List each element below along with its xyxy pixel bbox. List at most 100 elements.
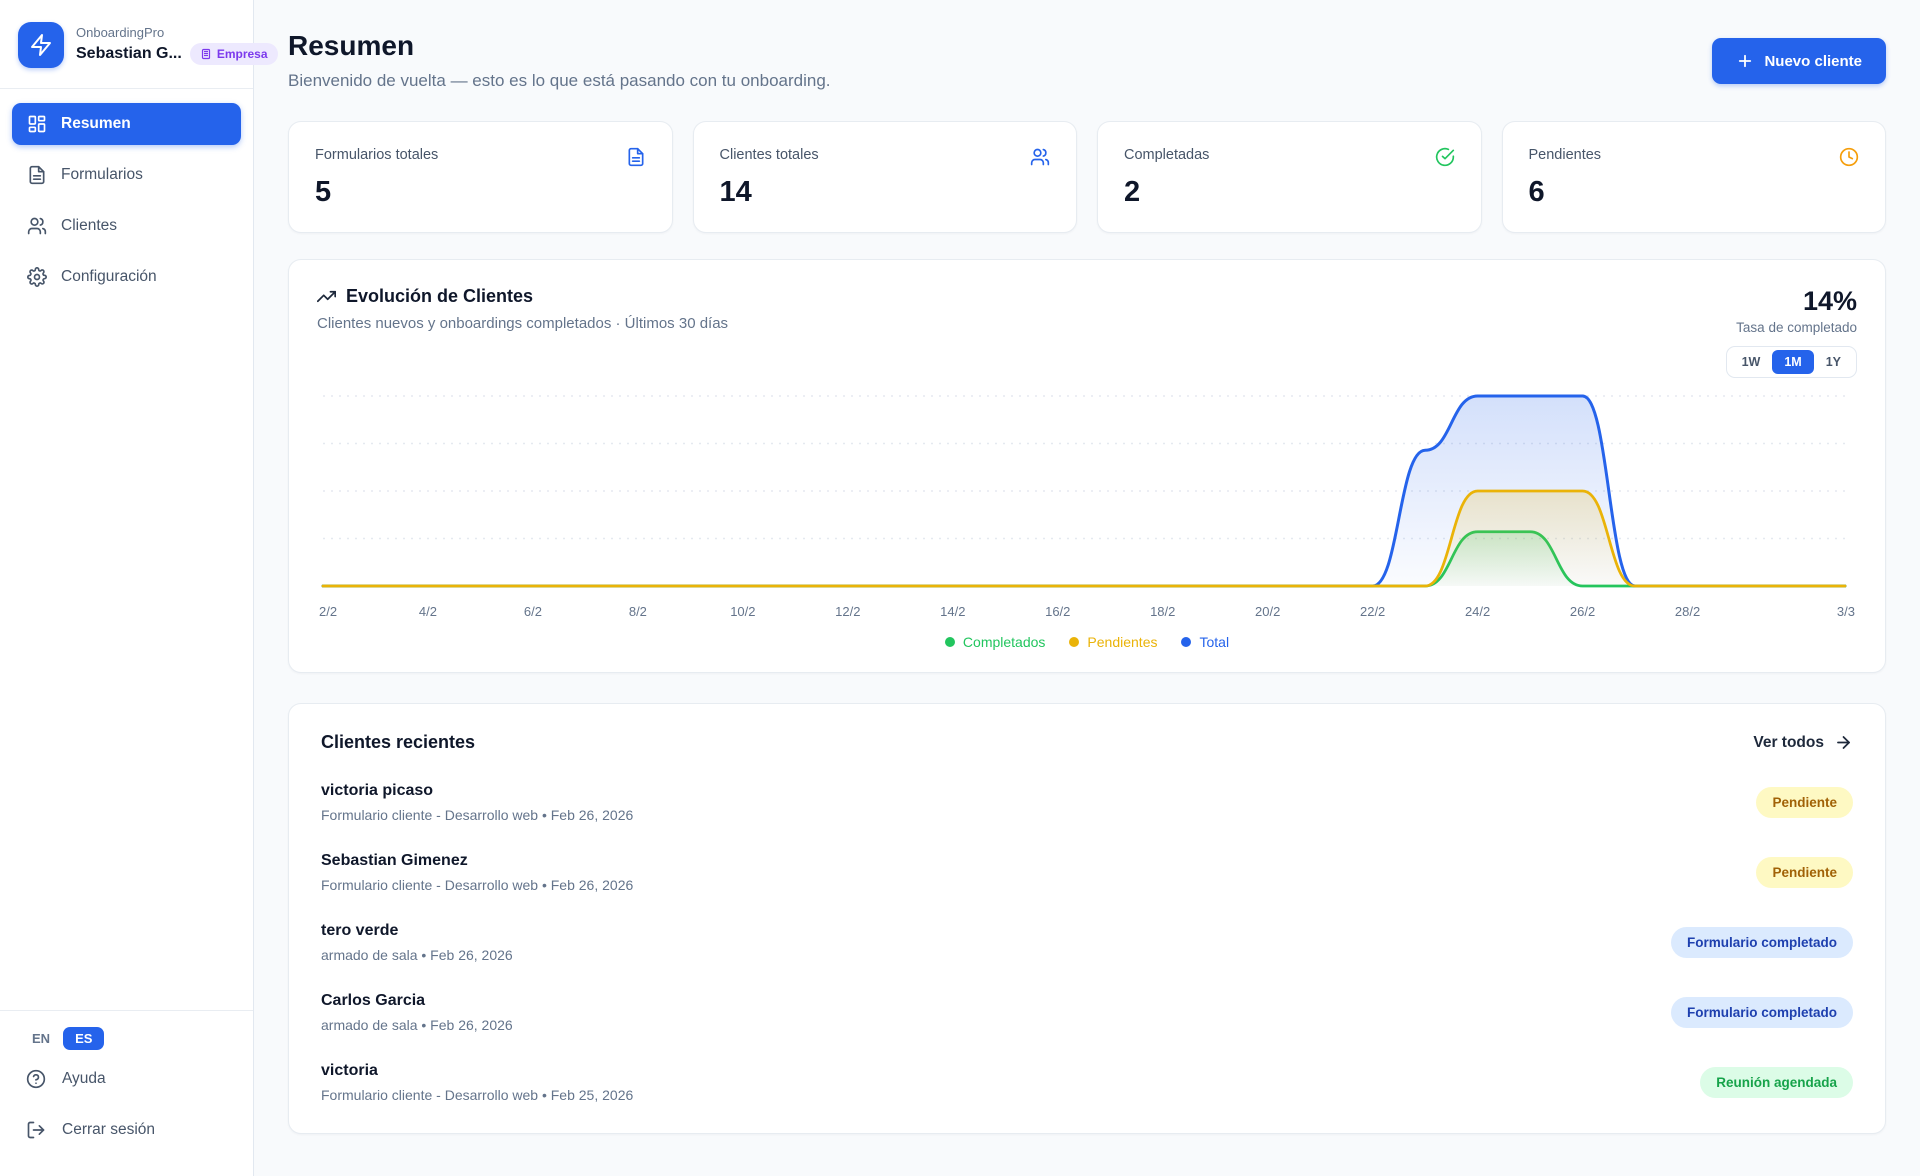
stat-label: Pendientes [1529, 147, 1602, 163]
client-meta: Formulario cliente - Desarrollo web • Fe… [321, 877, 633, 893]
client-name: victoria [321, 1062, 633, 1080]
stats-row: Formularios totales 5 Clientes totales 1… [288, 121, 1886, 233]
svg-text:12/2: 12/2 [835, 604, 860, 619]
sidebar-footer-link-cerrar-sesion[interactable]: Cerrar sesión [16, 1108, 237, 1152]
range-button-1m[interactable]: 1M [1772, 350, 1813, 374]
status-badge: Pendiente [1756, 857, 1853, 888]
sidebar-item-label: Clientes [61, 217, 117, 235]
stat-value: 6 [1529, 176, 1860, 209]
client-info: Sebastian Gimenez Formulario cliente - D… [321, 852, 633, 893]
legend-dot [1069, 637, 1079, 647]
sidebar-item-resumen[interactable]: Resumen [12, 103, 241, 145]
legend-label: Completados [963, 634, 1046, 650]
clients-evolution-card: Evolución de Clientes Clientes nuevos y … [288, 259, 1886, 673]
legend-dot [945, 637, 955, 647]
client-meta: armado de sala • Feb 26, 2026 [321, 947, 513, 963]
trending-up-icon [317, 287, 336, 306]
sidebar-item-configuracion[interactable]: Configuración [12, 256, 241, 298]
clients-chart: 2/24/26/28/210/212/214/216/218/220/222/2… [317, 382, 1857, 632]
building-icon [200, 48, 212, 60]
zap-icon [29, 33, 53, 57]
footer-link-label: Cerrar sesión [62, 1121, 155, 1139]
client-row[interactable]: Carlos Garcia armado de sala • Feb 26, 2… [321, 992, 1853, 1033]
legend-label: Pendientes [1087, 634, 1157, 650]
svg-text:20/2: 20/2 [1255, 604, 1280, 619]
sidebar-footer-link-ayuda[interactable]: Ayuda [16, 1057, 237, 1101]
sidebar-footer: EN ES Ayuda Cerrar sesión [0, 1010, 253, 1176]
legend-label: Total [1199, 634, 1229, 650]
svg-text:28/2: 28/2 [1675, 604, 1700, 619]
client-name: victoria picaso [321, 782, 633, 800]
client-meta: armado de sala • Feb 26, 2026 [321, 1017, 513, 1033]
stat-label: Clientes totales [720, 147, 819, 163]
user-name: Sebastian G... [76, 45, 182, 63]
chart-heading: Evolución de Clientes Clientes nuevos y … [317, 286, 728, 332]
stat-value: 14 [720, 176, 1051, 209]
client-name: Sebastian Gimenez [321, 852, 633, 870]
svg-text:6/2: 6/2 [524, 604, 542, 619]
footer-link-icon [26, 1120, 46, 1140]
client-info: victoria picaso Formulario cliente - Des… [321, 782, 633, 823]
client-row[interactable]: tero verde armado de sala • Feb 26, 2026… [321, 922, 1853, 963]
client-info: tero verde armado de sala • Feb 26, 2026 [321, 922, 513, 963]
range-button-1w[interactable]: 1W [1730, 350, 1773, 374]
footer-link-icon [26, 1069, 46, 1089]
chart-subtitle: Clientes nuevos y onboardings completado… [317, 315, 728, 332]
range-toggle: 1W1M1Y [1726, 346, 1857, 378]
nav-icon [27, 267, 47, 287]
client-meta: Formulario cliente - Desarrollo web • Fe… [321, 1087, 633, 1103]
stat-value: 5 [315, 176, 646, 209]
view-all-link[interactable]: Ver todos [1753, 733, 1853, 752]
svg-text:26/2: 26/2 [1570, 604, 1595, 619]
main-content: Resumen Bienvenido de vuelta — esto es l… [254, 0, 1920, 1176]
legend-item: Pendientes [1069, 634, 1157, 650]
plus-icon [1736, 52, 1754, 70]
arrow-right-icon [1834, 733, 1853, 752]
stat-value: 2 [1124, 176, 1455, 209]
chart-title: Evolución de Clientes [346, 286, 533, 307]
app-name: OnboardingPro [76, 25, 278, 40]
client-row[interactable]: victoria picaso Formulario cliente - Des… [321, 782, 1853, 823]
sidebar-item-label: Formularios [61, 166, 143, 184]
page-subtitle: Bienvenido de vuelta — esto es lo que es… [288, 71, 831, 91]
stat-icon [626, 147, 646, 167]
range-button-1y[interactable]: 1Y [1814, 350, 1853, 374]
completion-rate-value: 14% [1726, 286, 1857, 317]
app-logo [18, 22, 64, 68]
legend-item: Completados [945, 634, 1046, 650]
client-row[interactable]: victoria Formulario cliente - Desarrollo… [321, 1062, 1853, 1103]
stat-label: Formularios totales [315, 147, 438, 163]
status-badge: Pendiente [1756, 787, 1853, 818]
legend-item: Total [1181, 634, 1229, 650]
svg-text:16/2: 16/2 [1045, 604, 1070, 619]
svg-text:18/2: 18/2 [1150, 604, 1175, 619]
stat-card-formularios-totales: Formularios totales 5 [288, 121, 673, 233]
svg-text:4/2: 4/2 [419, 604, 437, 619]
svg-text:8/2: 8/2 [629, 604, 647, 619]
stat-card-completadas: Completadas 2 [1097, 121, 1482, 233]
legend-dot [1181, 637, 1191, 647]
page-heading: Resumen Bienvenido de vuelta — esto es l… [288, 30, 831, 91]
new-client-label: Nuevo cliente [1764, 53, 1862, 70]
client-info: Carlos Garcia armado de sala • Feb 26, 2… [321, 992, 513, 1033]
status-badge: Formulario completado [1671, 997, 1853, 1028]
lang-en[interactable]: EN [26, 1027, 56, 1050]
nav-icon [27, 165, 47, 185]
sidebar-item-clientes[interactable]: Clientes [12, 205, 241, 247]
stat-label: Completadas [1124, 147, 1209, 163]
stat-card-pendientes: Pendientes 6 [1502, 121, 1887, 233]
client-row[interactable]: Sebastian Gimenez Formulario cliente - D… [321, 852, 1853, 893]
chart-legend: Completados Pendientes Total [317, 632, 1857, 660]
brand: OnboardingPro Sebastian G... Empresa [0, 0, 253, 88]
lang-es[interactable]: ES [63, 1027, 104, 1050]
footer-link-label: Ayuda [62, 1070, 106, 1088]
recent-clients-card: Clientes recientes Ver todos victoria pi… [288, 703, 1886, 1134]
brand-text: OnboardingPro Sebastian G... Empresa [76, 25, 278, 65]
svg-text:3/3: 3/3 [1837, 604, 1855, 619]
sidebar-nav: Resumen Formularios Clientes Configuraci… [0, 89, 253, 312]
client-info: victoria Formulario cliente - Desarrollo… [321, 1062, 633, 1103]
new-client-button[interactable]: Nuevo cliente [1712, 38, 1886, 84]
page-title: Resumen [288, 30, 831, 62]
recent-clients-title: Clientes recientes [321, 732, 475, 753]
sidebar-item-formularios[interactable]: Formularios [12, 154, 241, 196]
